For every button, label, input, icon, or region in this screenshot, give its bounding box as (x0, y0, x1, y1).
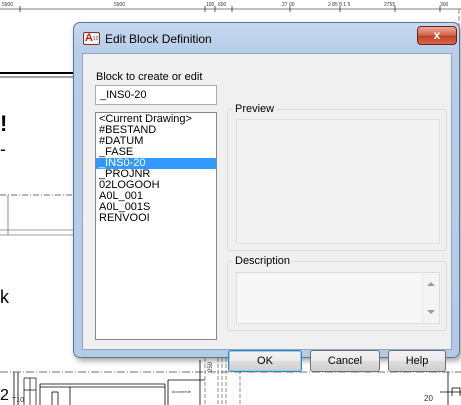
cancel-button[interactable]: Cancel (310, 350, 380, 372)
preview-area (236, 119, 440, 244)
dimension-label: 5900 (114, 2, 126, 8)
close-button[interactable]: x (417, 26, 457, 45)
cad-text-fragment: T10 (12, 397, 25, 404)
cad-text-fragment: - (0, 139, 6, 159)
dimension-label: 2755 (384, 2, 396, 8)
preview-label: Preview (232, 103, 278, 116)
dimension-label: 100 (206, 2, 215, 8)
dialog-client-area: Block to create or edit <Current Drawing… (82, 53, 452, 372)
dimension-label: 27 00 (282, 2, 295, 8)
scroll-up-icon[interactable] (427, 282, 435, 286)
block-list[interactable]: <Current Drawing> #BESTAND #DATUM _FASE … (95, 112, 217, 340)
dimension-label: 600 (218, 2, 227, 8)
scroll-down-icon[interactable] (427, 310, 435, 314)
cad-text-fragment: ! (0, 111, 8, 136)
description-textbox[interactable] (236, 272, 440, 324)
description-scrollbar[interactable] (422, 273, 439, 323)
dialog-titlebar[interactable]: A 10 Edit Block Definition x (74, 23, 459, 53)
edit-block-definition-dialog: A 10 Edit Block Definition x Block to cr… (73, 22, 460, 372)
cad-text-fragment: 2 (0, 387, 9, 404)
close-icon: x (433, 28, 441, 42)
dimension-label: 5900 (2, 2, 14, 8)
ok-button[interactable]: OK (228, 350, 302, 372)
description-group: Description (227, 255, 447, 331)
cad-small-label: 250 (208, 361, 214, 372)
dialog-title: Edit Block Definition (105, 32, 212, 46)
cad-text-fragment: k (0, 287, 9, 307)
cad-small-label: doorsnede (172, 389, 191, 394)
help-button[interactable]: Help (388, 350, 446, 372)
preview-group: Preview (227, 103, 447, 251)
cad-small-label: 20 (424, 394, 433, 403)
autocad-app-icon: A 10 (83, 32, 100, 45)
block-name-label: Block to create or edit (96, 71, 203, 83)
list-item[interactable]: RENVOOI (96, 213, 216, 224)
description-label: Description (232, 255, 294, 268)
dimension-label: 2 85 0 1 5 (328, 2, 351, 8)
dimension-label: 300 (440, 2, 449, 8)
block-name-input[interactable] (95, 85, 217, 105)
